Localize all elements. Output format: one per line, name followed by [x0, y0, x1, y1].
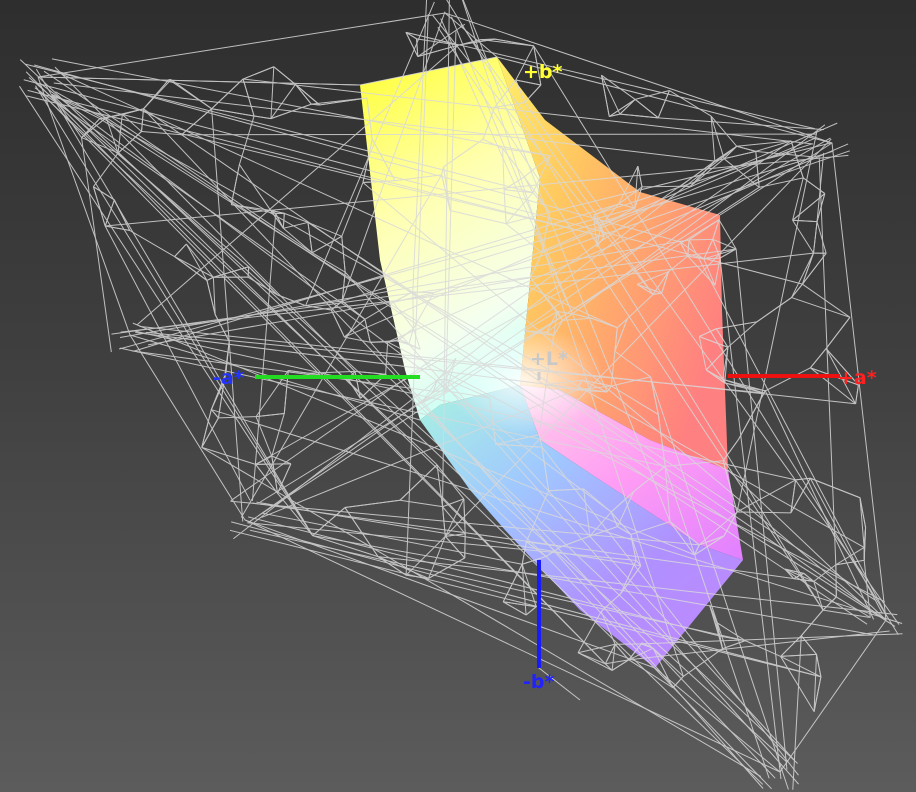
axis-label-plus-L: +L*	[530, 348, 568, 370]
axis-label-plus-b: +b*	[523, 61, 563, 83]
axis-label-plus-a: +a*	[838, 367, 877, 389]
axis-label-minus-b: -b*	[523, 671, 554, 693]
axis-label-minus-a: -a*	[213, 367, 244, 389]
gamut-3d-viewer[interactable]: +b* -b* +a* -a* +L*	[0, 0, 916, 792]
